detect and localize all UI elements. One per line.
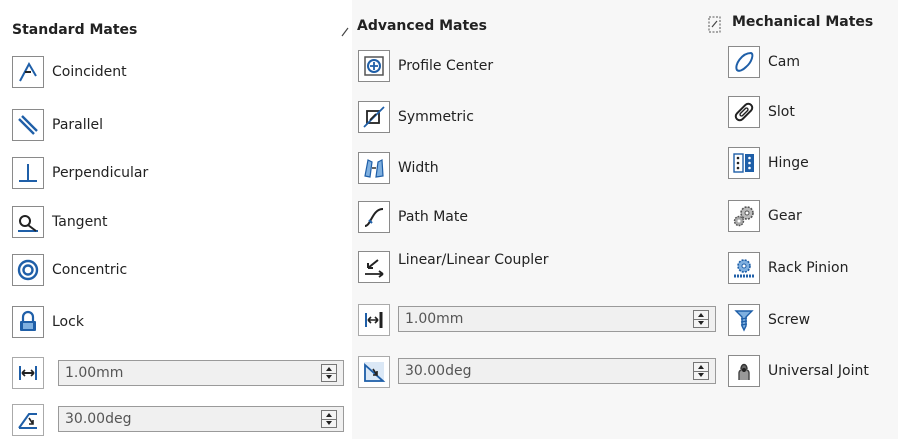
advanced-mates-panel: Advanced Mates Profile Center Symmetric … — [341, 0, 722, 439]
standard-angle-field[interactable]: 30.00deg — [58, 406, 344, 432]
advanced-mates-title: Advanced Mates — [357, 18, 487, 34]
standard-angle-spinner[interactable] — [321, 410, 337, 428]
adv-angle-row — [358, 354, 390, 390]
tangent-icon — [12, 206, 44, 238]
mate-symmetric[interactable]: Symmetric — [358, 99, 474, 135]
standard-distance-field[interactable]: 1.00mm — [58, 360, 344, 386]
linear-coupler-icon — [358, 251, 390, 283]
advanced-angle-value: 30.00deg — [405, 363, 472, 379]
standard-mates-title: Standard Mates — [12, 22, 138, 38]
width-icon — [358, 152, 390, 184]
rack-pinion-label: Rack Pinion — [768, 260, 849, 276]
mate-gear[interactable]: Gear — [728, 198, 802, 234]
slot-icon — [728, 96, 760, 128]
profile-center-icon — [358, 50, 390, 82]
collapse-arrow-icon[interactable] — [340, 24, 352, 38]
slot-label: Slot — [768, 104, 795, 120]
tangent-label: Tangent — [52, 214, 108, 230]
perpendicular-icon — [12, 157, 44, 189]
hinge-icon — [728, 147, 760, 179]
lock-label: Lock — [52, 314, 84, 330]
mate-universal-joint[interactable]: Universal Joint — [728, 353, 869, 389]
parallel-icon — [12, 109, 44, 141]
universal-joint-icon — [728, 355, 760, 387]
symmetric-icon — [358, 101, 390, 133]
mechanical-mates-title: Mechanical Mates — [732, 14, 874, 30]
mate-hinge[interactable]: Hinge — [728, 145, 809, 181]
hinge-label: Hinge — [768, 155, 809, 171]
mate-coincident[interactable]: Coincident — [12, 54, 127, 90]
angle-icon[interactable] — [12, 404, 44, 436]
perpendicular-label: Perpendicular — [52, 165, 149, 181]
mate-width[interactable]: Width — [358, 150, 439, 186]
mate-linear-coupler[interactable]: Linear/Linear Coupler — [358, 249, 549, 285]
advanced-distance-spinner[interactable] — [693, 310, 709, 328]
path-mate-icon — [358, 201, 390, 233]
gear-label: Gear — [768, 208, 802, 224]
mate-concentric[interactable]: Concentric — [12, 252, 127, 288]
mate-profile-center[interactable]: Profile Center — [358, 48, 493, 84]
screw-label: Screw — [768, 312, 811, 328]
standard-mates-panel: Standard Mates Coincident Parallel Perpe… — [0, 0, 352, 439]
adv-distance-row — [358, 302, 390, 338]
mate-rack-pinion[interactable]: Rack Pinion — [728, 250, 848, 286]
concentric-label: Concentric — [52, 262, 128, 278]
rack-pinion-icon — [728, 252, 760, 284]
cam-label: Cam — [768, 54, 800, 70]
cam-icon — [728, 46, 760, 78]
adv-distance-icon[interactable] — [358, 304, 390, 336]
linear-coupler-label: Linear/Linear Coupler — [398, 252, 549, 268]
group-toggle-icon[interactable] — [708, 16, 722, 34]
lock-icon — [12, 306, 44, 338]
mate-cam[interactable]: Cam — [728, 44, 800, 80]
advanced-distance-field[interactable]: 1.00mm — [398, 306, 716, 332]
parallel-label: Parallel — [52, 117, 104, 133]
distance-row — [12, 355, 44, 391]
angle-row — [12, 402, 44, 438]
advanced-distance-value: 1.00mm — [405, 311, 464, 327]
mate-lock[interactable]: Lock — [12, 304, 84, 340]
adv-angle-icon[interactable] — [358, 356, 390, 388]
mate-tangent[interactable]: Tangent — [12, 204, 108, 240]
coincident-label: Coincident — [52, 64, 127, 80]
mate-parallel[interactable]: Parallel — [12, 107, 103, 143]
symmetric-label: Symmetric — [398, 109, 474, 125]
advanced-angle-spinner[interactable] — [693, 362, 709, 380]
standard-distance-value: 1.00mm — [65, 365, 124, 381]
coincident-icon — [12, 56, 44, 88]
gear-icon — [728, 200, 760, 232]
screw-icon — [728, 304, 760, 336]
mate-slot[interactable]: Slot — [728, 94, 795, 130]
width-label: Width — [398, 160, 439, 176]
path-mate-label: Path Mate — [398, 209, 468, 225]
concentric-icon — [12, 254, 44, 286]
mate-path-mate[interactable]: Path Mate — [358, 199, 468, 235]
advanced-angle-field[interactable]: 30.00deg — [398, 358, 716, 384]
standard-angle-value: 30.00deg — [65, 411, 132, 427]
universal-joint-label: Universal Joint — [768, 363, 869, 379]
mechanical-mates-panel: Mechanical Mates Cam Slot Hinge Gear Rac… — [708, 0, 898, 439]
profile-center-label: Profile Center — [398, 58, 494, 74]
mate-perpendicular[interactable]: Perpendicular — [12, 155, 148, 191]
distance-icon[interactable] — [12, 357, 44, 389]
standard-distance-spinner[interactable] — [321, 364, 337, 382]
mate-screw[interactable]: Screw — [728, 302, 810, 338]
